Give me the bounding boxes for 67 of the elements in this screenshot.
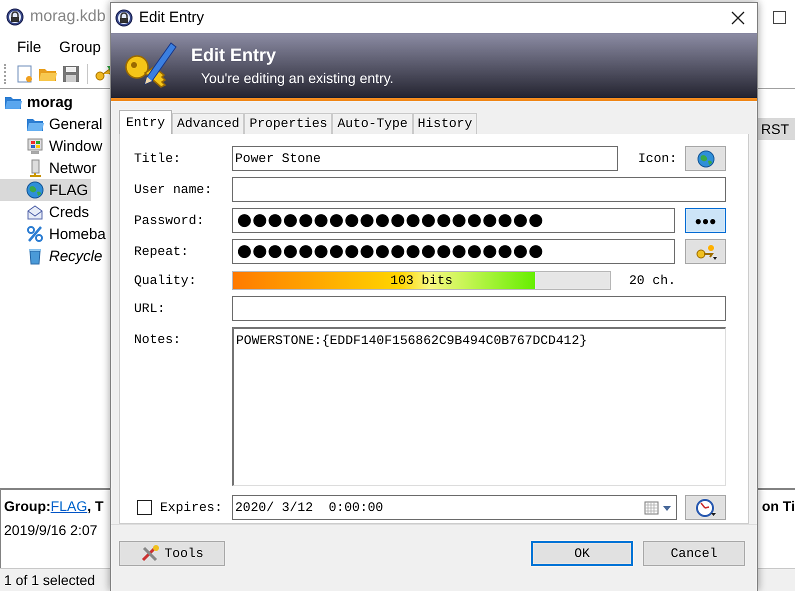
close-icon[interactable] <box>731 10 745 25</box>
field-label: User name: <box>134 182 214 198</box>
lock-icon <box>115 8 133 27</box>
tree-item[interactable]: FLAG <box>0 179 92 201</box>
computer-icon <box>26 137 44 155</box>
field-label: Notes: <box>134 331 182 348</box>
cancel-button[interactable]: Cancel <box>643 540 745 566</box>
icon-button[interactable] <box>685 146 726 172</box>
tree-item[interactable]: Recycle <box>0 245 106 267</box>
globe-icon <box>696 150 714 168</box>
field-label: Group: <box>4 498 51 514</box>
date-field[interactable]: 2020/ 3/12 0:00:00 <box>232 495 677 520</box>
list-row[interactable]: RST <box>758 118 795 140</box>
field-label: on Ti <box>762 498 795 514</box>
percent-icon <box>26 225 44 243</box>
url-field[interactable] <box>232 296 726 322</box>
field-label: Title: <box>134 151 182 166</box>
field-label: Quality: <box>134 272 198 288</box>
tab[interactable]: Properties <box>244 113 332 134</box>
tree-item[interactable]: Homeba <box>0 223 109 245</box>
menu-item[interactable]: File <box>17 38 42 56</box>
tab[interactable]: Advanced <box>172 113 244 134</box>
tree-item[interactable]: morag <box>0 91 76 113</box>
date-text: 2019/9/16 2:07 <box>4 522 98 538</box>
time-button[interactable] <box>685 495 726 520</box>
repeat-password-field[interactable]: ●●●●●●●●●●●●●●●●●●●● <box>232 239 675 264</box>
key-sparkle-icon <box>694 242 716 261</box>
field-label: Password: <box>134 213 206 228</box>
globe-icon <box>26 181 44 199</box>
generator-button[interactable] <box>685 239 726 264</box>
trash-bin-icon <box>26 247 44 265</box>
envelope-icon <box>26 203 44 221</box>
field-label: , T <box>87 498 104 514</box>
field-label: Repeat: <box>134 244 190 260</box>
field-label: Expires: <box>160 500 224 516</box>
clock-icon <box>694 498 716 518</box>
field-label: URL: <box>134 301 166 316</box>
window-title: Edit Entry <box>139 9 204 26</box>
quality-meter: 103 bits <box>232 270 611 290</box>
ok-button[interactable]: OK <box>531 540 633 566</box>
header-subtitle: You're editing an existing entry. <box>200 70 394 86</box>
username-field[interactable] <box>232 177 726 202</box>
tools-button[interactable]: Tools <box>119 540 225 566</box>
tree-item[interactable]: General <box>0 113 106 135</box>
new-file-icon[interactable] <box>15 64 35 84</box>
password-field[interactable]: ●●●●●●●●●●●●●●●●●●●● <box>232 208 675 234</box>
window-title: morag.kdb <box>30 8 106 26</box>
expires-checkbox[interactable] <box>137 500 152 516</box>
tab[interactable]: Auto-Type <box>332 113 413 134</box>
tab[interactable]: Entry <box>119 110 172 134</box>
tab[interactable]: History <box>412 113 478 134</box>
tree-item[interactable]: Window <box>0 135 106 157</box>
tree-item[interactable]: Creds <box>0 201 92 223</box>
lock-icon <box>6 8 24 26</box>
field-label: Icon: <box>638 151 677 166</box>
maximize-icon[interactable] <box>773 10 786 24</box>
group-link[interactable]: FLAG <box>50 498 88 514</box>
character-count: 20 ch. <box>629 272 676 288</box>
menu-item[interactable]: Group <box>59 38 101 56</box>
calendar-dropdown-icon[interactable] <box>644 500 674 516</box>
notes-field[interactable]: POWERSTONE:{EDDF140F156862C9B494C0B767DCD412} <box>232 327 726 486</box>
show-password-button[interactable]: ●●● <box>685 208 726 234</box>
tree-item[interactable]: Networ <box>0 157 100 179</box>
toolbar-grip <box>4 64 9 84</box>
save-icon[interactable] <box>61 64 81 84</box>
title-field[interactable]: Power Stone <box>232 146 618 172</box>
header-title: Edit Entry <box>191 45 278 66</box>
